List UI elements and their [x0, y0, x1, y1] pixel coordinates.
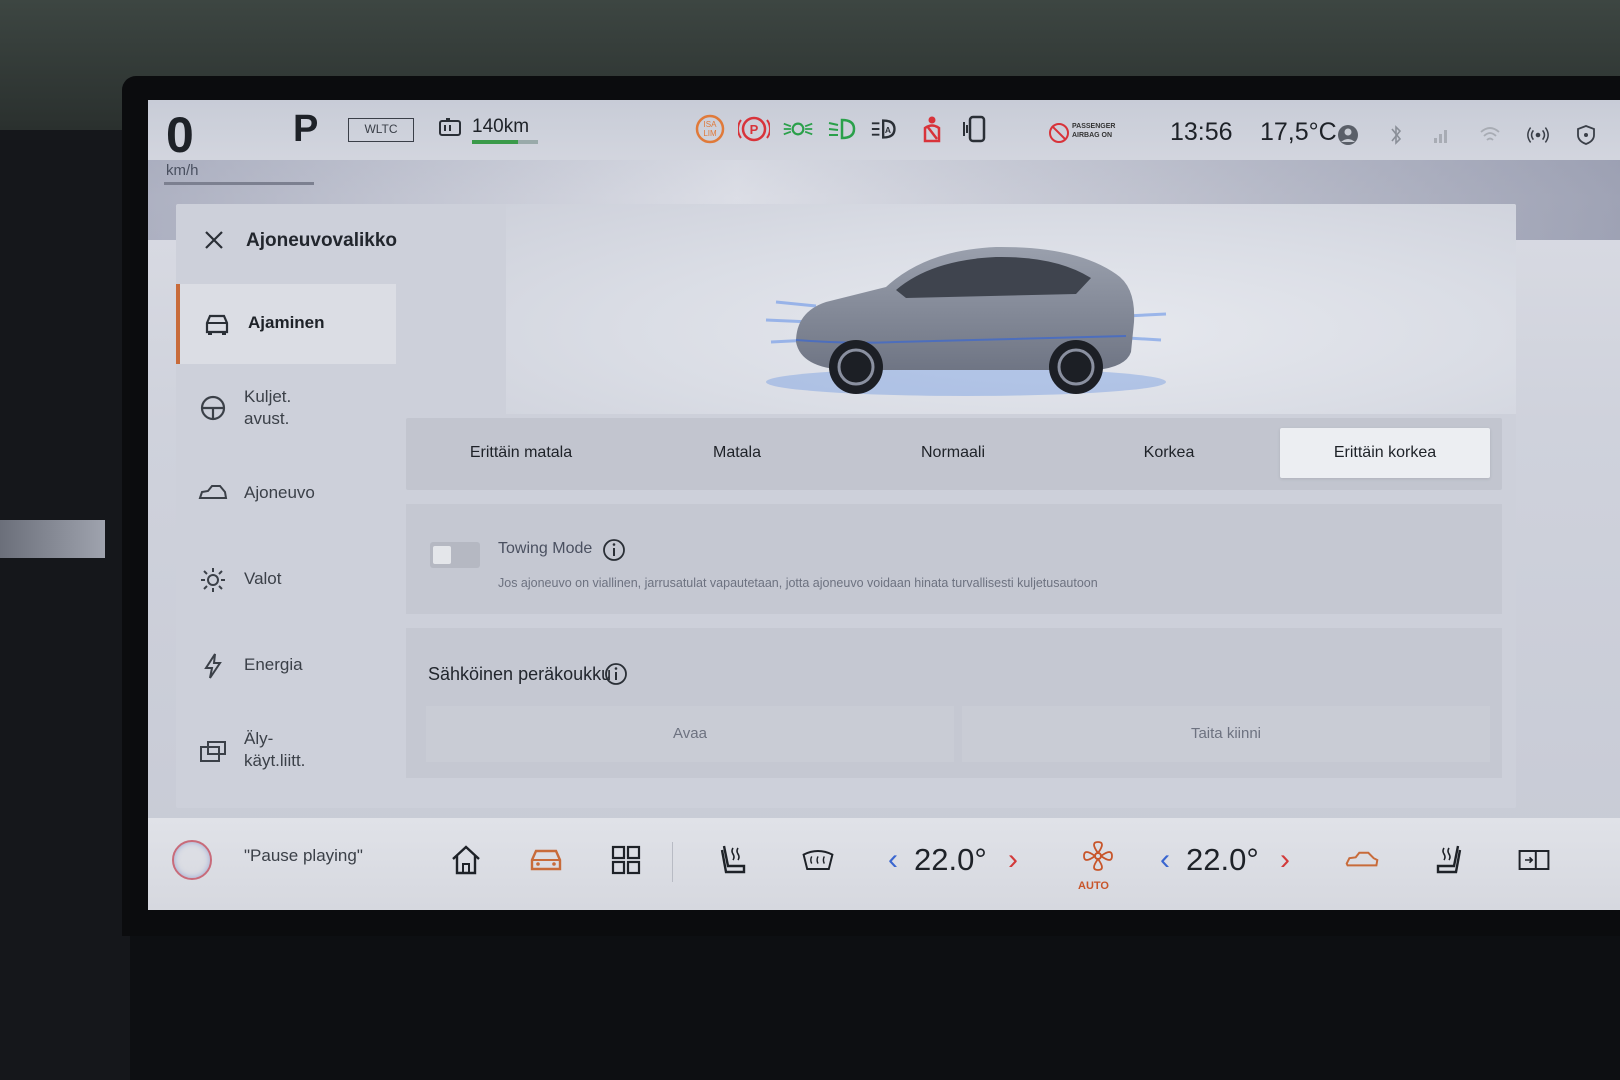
speed-unit: km/h — [166, 162, 199, 179]
ride-height-option-extra-high[interactable]: Erittäin korkea — [1280, 428, 1490, 478]
vehicle-image — [765, 246, 1167, 396]
close-icon[interactable] — [202, 228, 226, 252]
smart-device-icon — [200, 741, 226, 762]
sidebar-item-vehicle[interactable]: Ajoneuvo — [176, 454, 396, 534]
vehicle-menu-icon[interactable] — [528, 842, 564, 878]
fan-auto-label: AUTO — [1078, 880, 1109, 892]
home-icon[interactable] — [448, 842, 484, 878]
background-glint — [0, 520, 105, 558]
towing-mode-toggle[interactable] — [430, 542, 480, 568]
parking-brake-icon: P — [738, 116, 770, 142]
apps-grid-icon[interactable] — [608, 842, 644, 878]
passenger-temp-up-button[interactable]: › — [1280, 844, 1290, 876]
ride-height-option-normal[interactable]: Normaali — [848, 428, 1058, 478]
wltc-badge: WLTC — [348, 118, 414, 142]
fan-icon[interactable] — [1080, 838, 1116, 874]
towing-mode-card: Towing Mode Jos ajoneuvo on viallinen, j… — [406, 504, 1502, 614]
split-screen-icon[interactable] — [1516, 842, 1552, 878]
assistant-status-text: "Pause playing" — [244, 846, 363, 865]
sidebar-item-driver-assist[interactable]: Kuljet. avust. — [176, 368, 396, 448]
outside-temperature: 17,5°C — [1260, 118, 1337, 146]
towing-mode-description: Jos ajoneuvo on viallinen, jarrusatulat … — [498, 576, 1098, 590]
infotainment-screen: 0 km/h P WLTC 140km ISA LIM P A PASSENGE… — [148, 100, 1620, 910]
fog-light-icon — [783, 122, 813, 136]
sun-icon — [201, 568, 225, 592]
tow-hitch-open-button[interactable]: Avaa — [426, 706, 954, 762]
car-side-icon — [198, 485, 228, 499]
bottom-dock: "Pause playing" ‹ 22.0° › AUTO ‹ 22.0° › — [148, 818, 1620, 910]
svg-text:ISA: ISA — [704, 120, 718, 129]
dock-separator — [672, 842, 673, 882]
connectivity-icon — [1527, 127, 1549, 143]
ride-height-option-low[interactable]: Matala — [632, 428, 842, 478]
ride-height-selector: Erittäin matala Matala Normaali Korkea E… — [406, 418, 1502, 490]
low-beam-icon — [828, 118, 856, 140]
status-bar: 0 km/h P WLTC 140km ISA LIM P A PASSENGE… — [148, 100, 1620, 188]
seat-heat-driver-icon[interactable] — [716, 842, 752, 878]
tow-hitch-card: Sähköinen peräkoukku Avaa Taita kiinni — [406, 628, 1502, 778]
sidebar-item-smart-devices[interactable]: Äly- käyt.liitt. — [176, 712, 396, 792]
airbag-label: PASSENGER AIRBAG ON — [1072, 123, 1116, 139]
info-icon[interactable] — [604, 662, 628, 686]
speed-value: 0 — [166, 107, 194, 163]
sidebar-item-label: Kuljet. avust. — [244, 387, 292, 428]
svg-text:P: P — [750, 122, 759, 137]
tow-hitch-fold-button[interactable]: Taita kiinni — [962, 706, 1490, 762]
lightning-icon — [204, 653, 222, 679]
sidebar-item-driving[interactable]: Ajaminen — [176, 284, 396, 364]
gear-indicator: P — [293, 108, 319, 150]
passenger-temp-down-button[interactable]: ‹ — [1160, 844, 1170, 876]
sidebar-item-label: Valot — [244, 569, 282, 588]
auto-highbeam-icon: A — [871, 119, 896, 139]
svg-text:A: A — [885, 125, 891, 135]
svg-text:LIM: LIM — [703, 129, 717, 138]
passenger-airbag-indicator: PASSENGER AIRBAG ON — [1048, 120, 1128, 146]
voice-assistant-button[interactable] — [172, 840, 212, 880]
profile-icon[interactable] — [1336, 124, 1360, 146]
clock: 13:56 — [1170, 118, 1233, 146]
battery-icon — [439, 118, 461, 136]
panel-title: Ajoneuvovalikko — [246, 230, 397, 251]
wifi-icon — [1480, 127, 1500, 141]
sidebar-item-label: Energia — [244, 655, 303, 674]
towing-mode-title: Towing Mode — [498, 540, 593, 557]
security-shield-icon — [1577, 125, 1595, 145]
isa-limit-icon: ISA LIM — [695, 114, 725, 144]
speed-underline — [164, 182, 314, 185]
ride-height-option-high[interactable]: Korkea — [1064, 428, 1274, 478]
seatbelt-warning-icon — [923, 116, 941, 143]
sidebar-item-label: Äly- käyt.liitt. — [244, 729, 306, 770]
sidebar-item-energy[interactable]: Energia — [176, 626, 396, 706]
driver-temp-down-button[interactable]: ‹ — [888, 844, 898, 876]
climate-car-icon[interactable] — [1344, 842, 1380, 878]
vehicle-menu-panel: Ajoneuvovalikko Ajaminen Kuljet. avust. … — [176, 204, 1516, 808]
vehicle-menu-sidebar: Ajaminen Kuljet. avust. Ajoneuvo Valot E… — [176, 284, 396, 808]
passenger-temperature: 22.0° — [1186, 842, 1259, 877]
ride-height-option-extra-low[interactable]: Erittäin matala — [416, 428, 626, 478]
airbag-icon — [1049, 123, 1069, 143]
range-value: 140km — [472, 116, 530, 137]
door-open-icon — [963, 115, 986, 143]
seat-heat-passenger-icon[interactable] — [1430, 842, 1466, 878]
background-dark — [0, 130, 130, 1080]
signal-icon — [1434, 130, 1447, 143]
range-bar — [472, 140, 538, 144]
info-icon[interactable] — [602, 538, 626, 562]
driver-temp-up-button[interactable]: › — [1008, 844, 1018, 876]
driver-temperature: 22.0° — [914, 842, 987, 877]
sidebar-item-label: Ajoneuvo — [244, 483, 315, 502]
bluetooth-icon — [1391, 125, 1402, 145]
sidebar-item-lights[interactable]: Valot — [176, 540, 396, 620]
sidebar-item-label: Ajaminen — [248, 313, 325, 332]
vehicle-hero — [506, 204, 1516, 414]
car-front-icon — [205, 314, 229, 335]
tow-hitch-title: Sähköinen peräkoukku — [428, 664, 612, 684]
rear-defrost-icon[interactable] — [800, 842, 836, 878]
steering-wheel-icon — [200, 395, 226, 421]
